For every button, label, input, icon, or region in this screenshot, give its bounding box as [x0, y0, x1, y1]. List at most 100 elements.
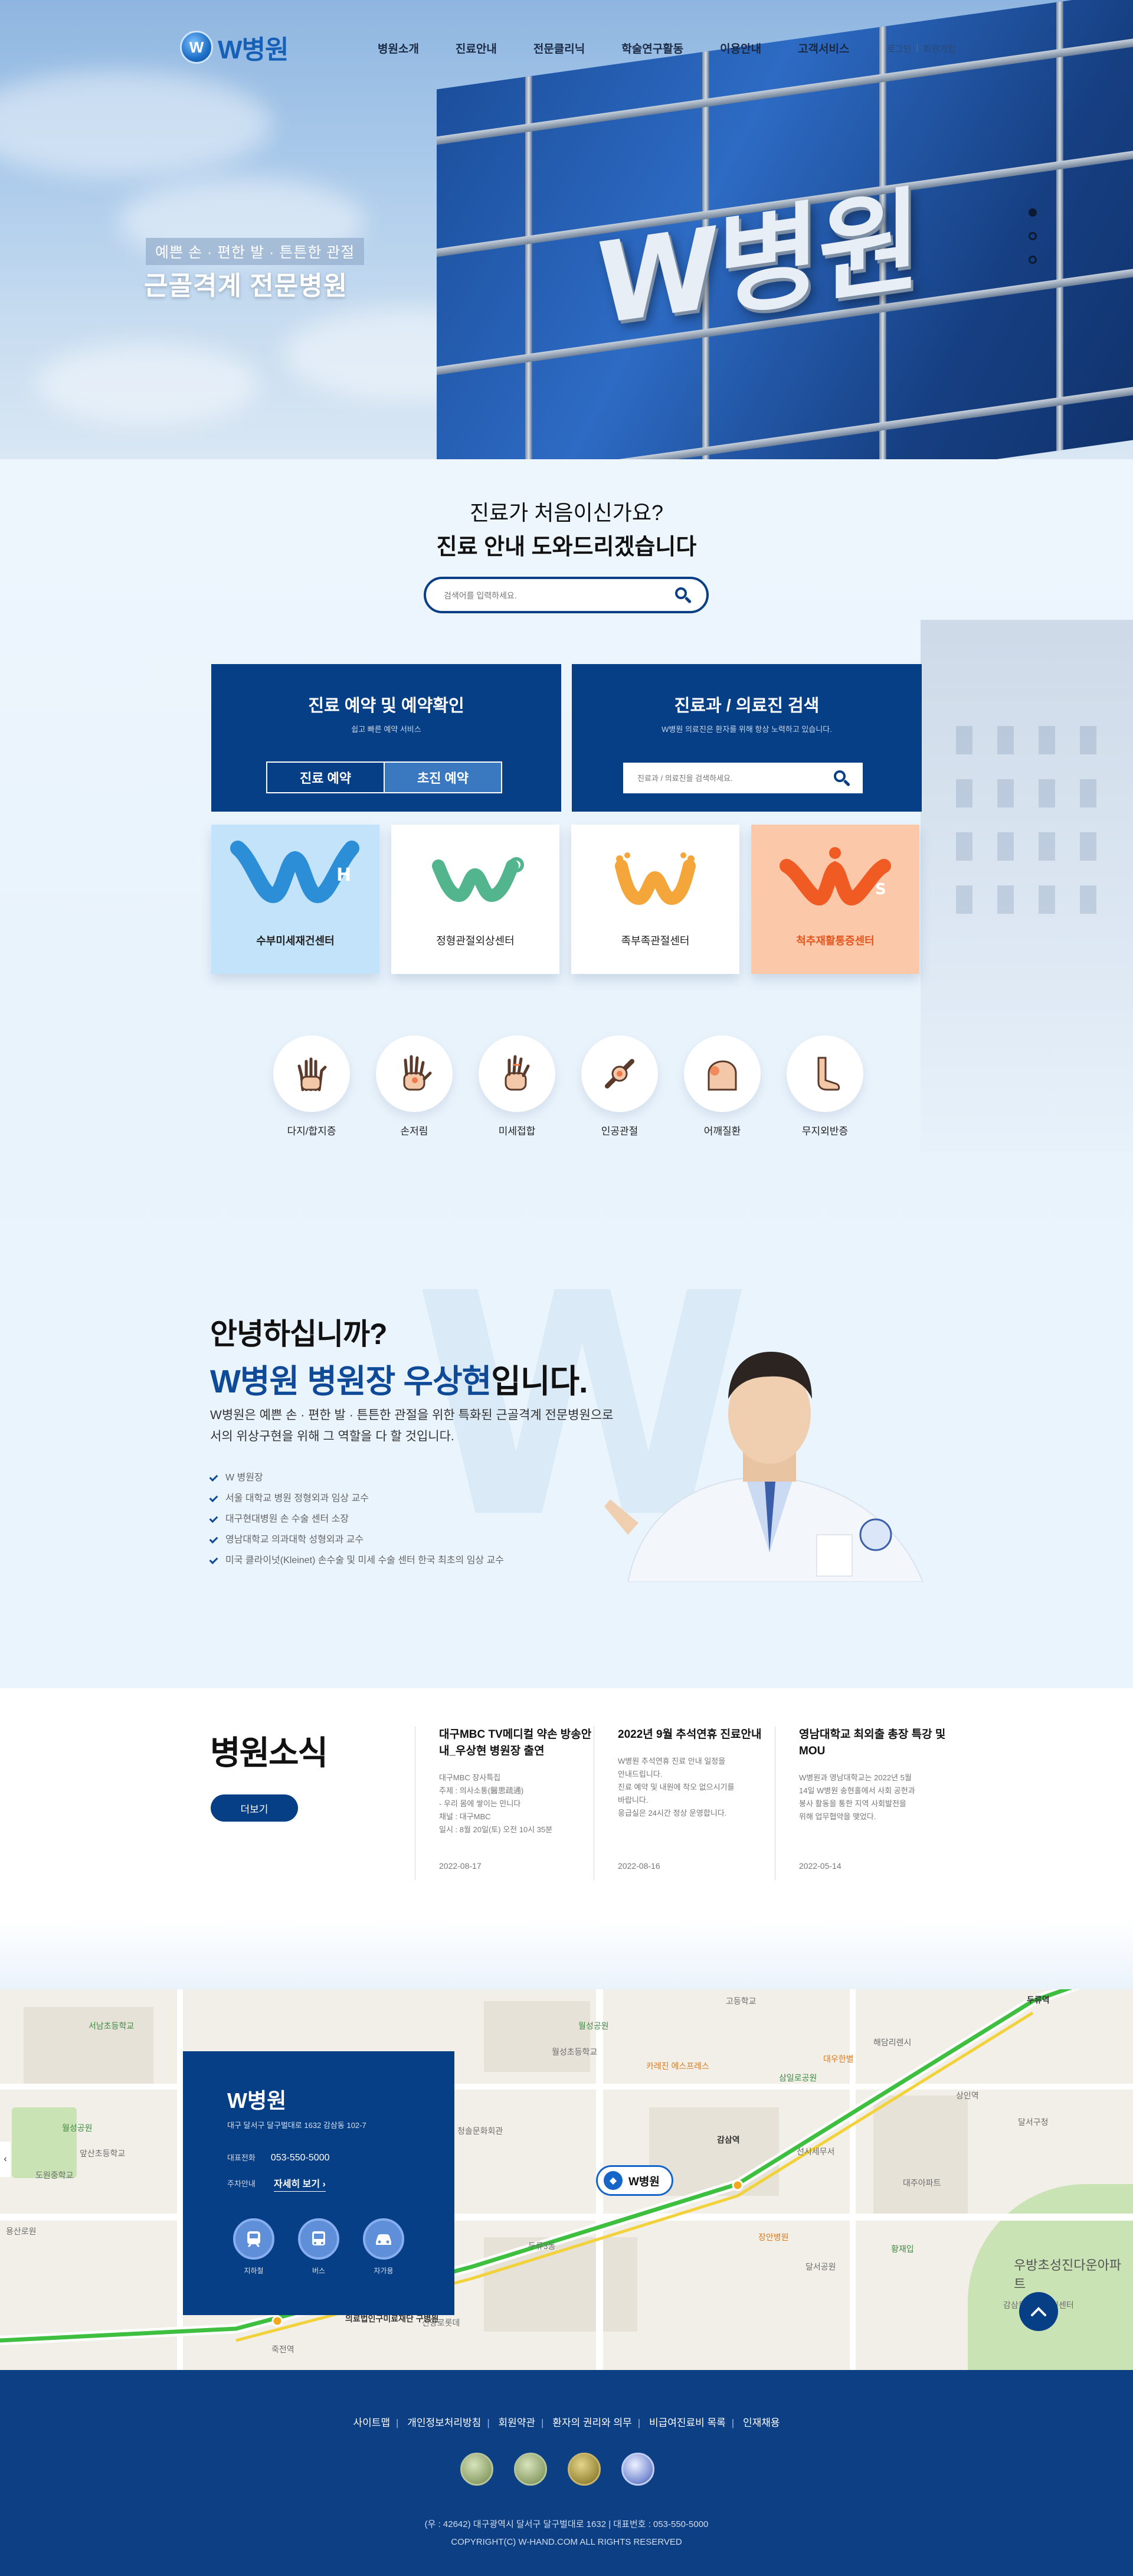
footer-link-careers[interactable]: 인재채용 [743, 2417, 780, 2428]
center-card-joint[interactable]: 정형관절외상센터 [391, 825, 559, 974]
news-item-body: 대구MBC 장사특집 주제 : 의사소통(醫思疏通) - 우리 몸에 쌓이는 만… [439, 1773, 553, 1834]
map-prev-arrow-icon[interactable]: ‹ [0, 2142, 11, 2177]
doctor-search-panel: 진료과 / 의료진 검색 W병원 의료진은 환자를 위해 항상 노력하고 있습니… [572, 664, 922, 812]
center-label-hand: 수부미세재건센터 [256, 935, 335, 947]
footer-link-sitemap[interactable]: 사이트맵 [353, 2417, 390, 2428]
news-item-title[interactable]: 대구MBC TV메디컬 약손 방송안내_우상현 병원장 출연 [439, 1727, 592, 1760]
director-photo [604, 1352, 924, 1582]
news-more-button[interactable]: 더보기 [211, 1794, 298, 1822]
intro-title: 진료 안내 도와드리겠습니다 [436, 535, 697, 560]
location-address: 대구 달서구 달구벌대로 1632 감삼동 102-7 [227, 2121, 366, 2130]
center-card-hand[interactable]: H 수부미세재건센터 [211, 825, 379, 974]
login-link[interactable]: 로그인 [887, 43, 911, 55]
doctor-search-title: 진료과 / 의료진 검색 [674, 697, 820, 715]
menu-item-customer[interactable]: 고객서비스 [798, 40, 849, 56]
dept-item-hallux-valgus[interactable]: 무지외반증 [787, 1035, 863, 1137]
career-text: 서울 대학교 병원 정형외과 임상 교수 [225, 1493, 369, 1503]
signup-link[interactable]: 회원가입 [923, 43, 955, 55]
news-item-title[interactable]: 영남대학교 최외출 총장 특강 및 MOU [799, 1727, 952, 1760]
map-label: 달서공원 [805, 2262, 836, 2271]
map-label: 월성초등학교 [552, 2047, 598, 2057]
shoulder-icon [708, 1060, 737, 1091]
menu-item-about[interactable]: 병원소개 [378, 40, 419, 56]
top-navigation: W W병원 병원소개 진료안내 전문클리닉 학술연구활동 이용안내 고객서비스 … [0, 0, 1133, 94]
reservation-panel: 진료 예약 및 예약확인 쉽고 빠른 예약 서비스 진료 예약 초진 예약 [211, 664, 561, 812]
transport-car[interactable]: 자가용 [363, 2218, 404, 2276]
center-card-spine[interactable]: S 척추재활통증센터 [751, 825, 919, 974]
dept-item-polydactyly[interactable]: 다지/합지증 [273, 1035, 350, 1137]
certification-badge-icon [460, 2453, 493, 2486]
footer-address: (우 : 42642) 대구광역시 달서구 달구벌대로 1632 | 대표번호 … [424, 2519, 709, 2529]
career-item: 미국 클라이넛(Kleinet) 손수술 및 미세 수술 센터 한국 최초의 임… [209, 1554, 504, 1574]
phone-number[interactable]: 053-550-5000 [271, 2153, 330, 2163]
news-item-date: 2022-08-17 [439, 1861, 482, 1871]
transport-subway[interactable]: 지하철 [233, 2218, 274, 2276]
map-pin-icon: ◆ [604, 2171, 623, 2190]
first-visit-button[interactable]: 초진 예약 [384, 763, 501, 792]
news-title: 병원소식 [210, 1734, 328, 1771]
career-text: 영남대학교 의과대학 성형외과 교수 [225, 1535, 364, 1545]
menu-item-research[interactable]: 학술연구활동 [621, 40, 683, 56]
check-icon [209, 1535, 218, 1544]
dept-item-microsurgery[interactable]: 미세접합 [479, 1035, 555, 1137]
scroll-top-button[interactable] [1019, 2292, 1058, 2331]
reserve-button[interactable]: 진료 예약 [267, 763, 384, 792]
news-item[interactable]: 영남대학교 최외출 총장 특강 및 MOU W병원과 영남대학교는 2022년 … [775, 1727, 952, 1880]
map-label: 서남초등학교 [89, 2021, 135, 2031]
dept-item-numbness[interactable]: 손저림 [376, 1035, 453, 1137]
news-item[interactable]: 2022년 9월 추석연휴 진료안내 W병원 추석연휴 진료 안내 일정을 안내… [594, 1727, 771, 1880]
certification-badges [460, 2453, 654, 2486]
transport-bus[interactable]: 버스 [298, 2218, 339, 2276]
transport-label: 버스 [312, 2267, 326, 2275]
joint-center-logo-icon [432, 857, 524, 903]
news-item-title[interactable]: 2022년 9월 추석연휴 진료안내 [618, 1727, 771, 1743]
parking-detail-link[interactable]: 자세히 보기 › [274, 2176, 326, 2192]
logo-text: W병원 [218, 35, 289, 64]
slider-dot-2[interactable] [1029, 232, 1037, 240]
doctor-search-input[interactable] [637, 771, 826, 785]
location-map[interactable]: 서남초등학교 월성공원 고등학교 두류역 삼일로공원 월성초등학교 카레진 에스… [0, 1989, 1133, 2370]
certification-badge-icon [621, 2453, 654, 2486]
menu-item-treatment[interactable]: 진료안내 [456, 40, 497, 56]
site-logo[interactable]: W W병원 [180, 28, 289, 66]
center-card-foot[interactable]: 족부족관절센터 [571, 825, 739, 974]
map-label: 우방초성진다운아파트 [1014, 2258, 1122, 2291]
map-label: 카레진 에스프레스 [646, 2061, 709, 2071]
numb-hand-icon [403, 1055, 432, 1091]
map-label: 월성공원 [62, 2123, 93, 2133]
slider-dot-3[interactable] [1029, 256, 1037, 264]
footer-link-fees[interactable]: 비급여진료비 목록 [649, 2417, 726, 2428]
hospital-map-pin[interactable]: ◆ W병원 [596, 2165, 673, 2196]
parking-detail-text: 자세히 보기 [274, 2179, 320, 2189]
certification-badge-icon [514, 2453, 547, 2486]
logo-emblem-icon: W [180, 31, 213, 64]
map-label: 죽전역 [271, 2345, 294, 2354]
slider-dot-1[interactable] [1029, 208, 1037, 217]
spine-center-logo-icon: S [780, 847, 891, 906]
transport-label: 지하철 [244, 2267, 264, 2275]
microsurgery-hand-icon [505, 1055, 530, 1091]
subway-icon [247, 2231, 260, 2248]
reservation-title: 진료 예약 및 예약확인 [308, 697, 464, 715]
hero-banner: W병원 W W병원 병원소개 진료안내 전문클리닉 학술연구활동 이용안내 고객… [0, 0, 1133, 459]
main-search-input[interactable] [444, 587, 668, 604]
greeting-name: W병원 병원장 우상현입니다. [210, 1355, 588, 1402]
dept-label-polydactyly: 다지/합지증 [287, 1126, 336, 1137]
news-item-date: 2022-05-14 [799, 1861, 841, 1871]
menu-item-guide[interactable]: 이용안내 [720, 40, 761, 56]
chevron-up-icon [1031, 2307, 1046, 2316]
search-icon[interactable] [674, 586, 692, 604]
footer-link-privacy[interactable]: 개인정보처리방침 [407, 2417, 481, 2428]
doctor-search-icon[interactable] [833, 769, 851, 787]
career-text: W 병원장 [225, 1473, 263, 1483]
dept-item-artificial-joint[interactable]: 인공관절 [581, 1035, 658, 1137]
bus-icon [312, 2231, 325, 2245]
footer-link-patient-rights[interactable]: 환자의 권리와 의무 [552, 2417, 632, 2428]
news-item[interactable]: 대구MBC TV메디컬 약손 방송안내_우상현 병원장 출연 대구MBC 장사특… [415, 1727, 592, 1880]
footer-link-terms[interactable]: 회원약관 [498, 2417, 535, 2428]
dept-item-shoulder[interactable]: 어깨질환 [684, 1035, 761, 1137]
menu-item-clinic[interactable]: 전문클리닉 [533, 40, 585, 56]
main-menu: 병원소개 진료안내 전문클리닉 학술연구활동 이용안내 고객서비스 [378, 40, 886, 56]
footer-links: 사이트맵 | 개인정보처리방침 | 회원약관 | 환자의 권리와 의무 | 비급여진료비… [353, 2417, 780, 2428]
polydactyly-hand-icon [297, 1057, 327, 1091]
